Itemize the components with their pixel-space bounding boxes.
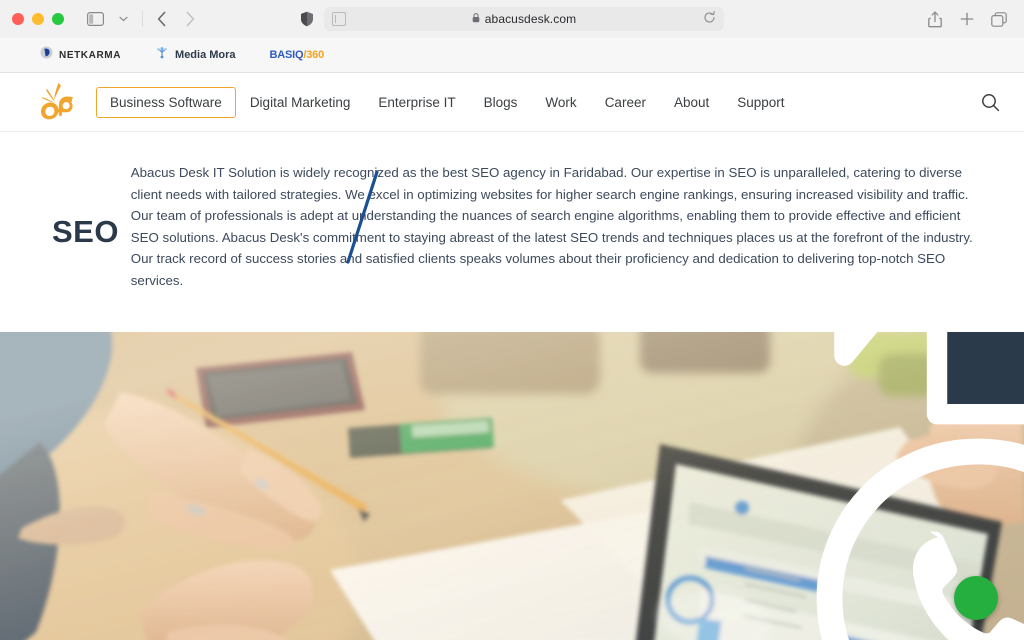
bookmark-netkarma[interactable]: NETKARMA: [40, 46, 121, 64]
address-bar[interactable]: abacusdesk.com: [324, 7, 724, 31]
nav-item-blogs[interactable]: Blogs: [470, 88, 532, 117]
site-header: Business Software Digital Marketing Ente…: [0, 73, 1024, 132]
new-tab-icon[interactable]: [954, 6, 980, 32]
page-title: SEO: [52, 214, 119, 249]
share-icon[interactable]: [922, 6, 948, 32]
hero-image: PR Plan Plan B urgent!: [0, 332, 1024, 640]
bookmark-label: NETKARMA: [59, 49, 122, 61]
web-page: Business Software Digital Marketing Ente…: [0, 73, 1024, 640]
abacusdesk-logo-icon[interactable]: [34, 79, 80, 125]
back-button[interactable]: [149, 6, 175, 32]
netkarma-favicon-icon: [40, 46, 53, 64]
forward-button[interactable]: [177, 6, 203, 32]
nav-item-business-software[interactable]: Business Software: [96, 86, 236, 118]
decorative-slash-icon: [344, 170, 382, 265]
hero-left: SEO: [52, 158, 379, 328]
browser-toolbar: abacusdesk.com: [0, 0, 1024, 38]
bookmark-media-mora[interactable]: Media Mora: [155, 46, 236, 65]
close-window-button[interactable]: [12, 13, 24, 25]
privacy-shield-icon[interactable]: [300, 11, 314, 27]
sidebar-chevron-down-icon[interactable]: [110, 6, 136, 32]
zoom-window-button[interactable]: [52, 13, 64, 25]
bookmark-label: Media Mora: [175, 49, 236, 61]
hero-description: Abacus Desk IT Solution is widely recogn…: [130, 165, 973, 288]
nav-item-work[interactable]: Work: [531, 88, 590, 117]
hero-section: SEO Abacus Desk IT Solution is widely re…: [0, 132, 1024, 332]
live-chat-button[interactable]: [834, 332, 1024, 424]
whatsapp-icon: [464, 408, 1024, 640]
bookmark-basiq360[interactable]: BASIQ/360: [269, 49, 325, 61]
nav-item-support[interactable]: Support: [723, 88, 798, 117]
address-bar-area: abacusdesk.com: [300, 7, 724, 31]
sidebar-toggle-icon[interactable]: [82, 6, 108, 32]
search-icon[interactable]: [981, 93, 1000, 112]
browser-window: abacusdesk.com NETKARMA Media Mora BASIQ…: [0, 0, 1024, 640]
reader-view-icon[interactable]: [332, 12, 346, 26]
toolbar-divider: [142, 11, 143, 27]
mediamora-favicon-icon: [155, 46, 169, 65]
url-display: abacusdesk.com: [324, 12, 724, 26]
toolbar-actions: [922, 6, 1012, 32]
main-navigation: Business Software Digital Marketing Ente…: [96, 86, 799, 118]
lock-icon: [472, 12, 480, 26]
whatsapp-button[interactable]: [816, 438, 1024, 640]
navigation-controls: [82, 6, 203, 32]
nav-item-career[interactable]: Career: [591, 88, 660, 117]
reload-icon[interactable]: [703, 11, 716, 27]
nav-item-digital-marketing[interactable]: Digital Marketing: [236, 88, 365, 117]
bookmark-label: BASIQ/360: [269, 49, 325, 61]
minimize-window-button[interactable]: [32, 13, 44, 25]
nav-item-about[interactable]: About: [660, 88, 723, 117]
tab-overview-icon[interactable]: [986, 6, 1012, 32]
bookmarks-bar: NETKARMA Media Mora BASIQ/360: [0, 38, 1024, 73]
url-text: abacusdesk.com: [484, 12, 577, 26]
window-controls: [12, 13, 64, 25]
nav-item-enterprise-it[interactable]: Enterprise IT: [364, 88, 469, 117]
